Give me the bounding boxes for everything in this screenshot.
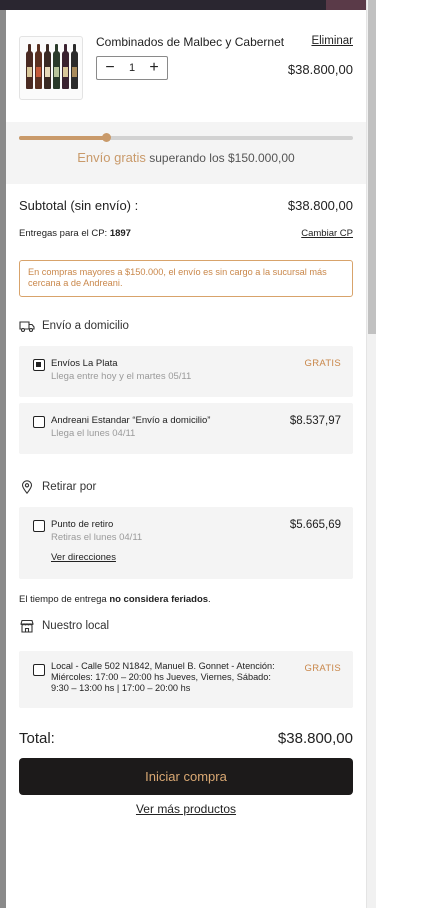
shipping-option-la-plata[interactable]: Envíos La Plata Llega entre hoy y el mar… (19, 346, 353, 397)
view-addresses-link[interactable]: Ver direcciones (51, 552, 116, 563)
more-products-row: Ver más productos (6, 802, 366, 816)
product-name: Combinados de Malbec y Cabernet (96, 35, 285, 49)
shipping-option-eta: Llega entre hoy y el martes 05/11 (51, 371, 192, 382)
shipping-option-price: GRATIS (304, 358, 341, 369)
shipping-option-price: $8.537,97 (289, 415, 341, 427)
top-bar-accent (326, 0, 366, 10)
store-option[interactable]: Local - Calle 502 N1842, Manuel B. Gonne… (19, 651, 353, 708)
pickup-title: Retirar por (19, 480, 96, 494)
store-option-address: Local - Calle 502 N1842, Manuel B. Gonne… (51, 661, 275, 693)
pickup-option-eta: Retiras el lunes 04/11 (51, 532, 143, 543)
increment-button[interactable]: + (147, 60, 161, 76)
postal-code-row: Entregas para el CP: 1897 Cambiar CP (19, 228, 353, 242)
free-shipping-message: Envío gratis superando los $150.000,00 (6, 150, 366, 165)
home-delivery-title: Envío a domicilio (19, 319, 129, 333)
shipping-option-eta: Llega el lunes 04/11 (51, 428, 136, 439)
free-shipping-highlight: Envío gratis (77, 150, 146, 165)
home-delivery-label: Envío a domicilio (42, 320, 129, 332)
free-shipping-band: Envío gratis superando los $150.000,00 (6, 122, 366, 184)
progress-fill (19, 136, 106, 140)
more-products-link[interactable]: Ver más productos (136, 802, 236, 816)
store-option-checkbox[interactable] (33, 664, 45, 676)
postal-code-label: Entregas para el CP: 1897 (19, 228, 131, 239)
cart-panel: Combinados de Malbec y Cabernet Eliminar… (6, 10, 366, 908)
quantity-value[interactable]: 1 (129, 62, 135, 74)
shipping-option-andreani[interactable]: Andreani Estandar “Envío a domicilio” Ll… (19, 403, 353, 454)
pickup-option[interactable]: Punto de retiro Retiras el lunes 04/11 $… (19, 507, 353, 579)
shipping-option-checkbox[interactable] (33, 416, 45, 428)
subtotal-label: Subtotal (sin envío) : (19, 198, 139, 213)
shipping-option-checkbox[interactable] (33, 359, 45, 371)
shipping-option-name: Envíos La Plata (51, 358, 118, 369)
delivery-note-prefix: El tiempo de entrega (19, 594, 110, 605)
pickup-option-checkbox[interactable] (33, 520, 45, 532)
cart-item: Combinados de Malbec y Cabernet Eliminar… (19, 32, 353, 122)
total-value: $38.800,00 (277, 730, 353, 747)
product-price: $38.800,00 (287, 62, 353, 77)
remove-item-link[interactable]: Eliminar (311, 35, 353, 47)
cart-drawer-screen: Combinados de Malbec y Cabernet Eliminar… (0, 0, 428, 908)
delivery-note-bold: no considera feriados (109, 594, 209, 605)
subtotal-value: $38.800,00 (287, 198, 353, 213)
change-postal-code-link[interactable]: Cambiar CP (301, 228, 353, 239)
total-label: Total: (19, 730, 55, 747)
free-shipping-threshold: superando los $150.000,00 (145, 151, 295, 165)
free-shipping-progress (19, 133, 353, 142)
store-option-price: GRATIS (304, 663, 341, 674)
quantity-stepper: − 1 + (96, 56, 168, 80)
scrollbar-thumb[interactable] (368, 0, 376, 334)
subtotal-row: Subtotal (sin envío) : $38.800,00 (19, 198, 353, 216)
shipping-option-name: Andreani Estandar “Envío a domicilio” (51, 415, 211, 426)
postal-code-prefix: Entregas para el CP: (19, 228, 110, 239)
truck-icon (19, 321, 35, 333)
pickup-label: Retirar por (42, 481, 97, 493)
delivery-note-suffix: . (208, 594, 211, 605)
store-title: Nuestro local (19, 619, 109, 633)
top-bar (0, 0, 366, 10)
pickup-option-name: Punto de retiro (51, 519, 114, 530)
free-shipping-notice: En compras mayores a $150.000, el envío … (19, 260, 353, 297)
product-image (19, 36, 83, 100)
store-label: Nuestro local (42, 620, 110, 632)
store-icon (20, 619, 34, 633)
progress-marker (101, 133, 111, 142)
delivery-time-note: El tiempo de entrega no considera feriad… (19, 594, 211, 605)
location-pin-icon (21, 480, 33, 494)
checkout-button[interactable]: Iniciar compra (19, 758, 353, 795)
postal-code-value: 1897 (109, 228, 131, 239)
pickup-option-price: $5.665,69 (289, 519, 341, 531)
decrement-button[interactable]: − (103, 60, 117, 76)
